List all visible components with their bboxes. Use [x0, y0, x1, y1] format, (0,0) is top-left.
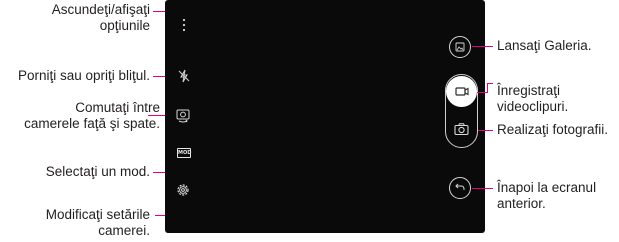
gear-icon[interactable]: [175, 182, 191, 198]
callout-take-photo: Realizaţi fotografii.: [497, 122, 608, 138]
three-dots-vertical-icon[interactable]: [181, 16, 187, 34]
back-arrow-icon: [455, 183, 465, 190]
callout-launch-gallery-line1: Lansaţi Galeria.: [497, 38, 592, 53]
gallery-button[interactable]: [449, 36, 471, 58]
mode-icon[interactable]: MOD: [177, 148, 191, 158]
callout-select-mode-line1: Selectaţi un mod.: [45, 164, 150, 179]
callout-hide-show-options-line2: opţiunile: [99, 18, 150, 33]
callout-hide-show-options: Ascundeţi/afişaţi opţiunile: [52, 2, 150, 34]
callout-hide-show-options-line1: Ascundeţi/afişaţi: [51, 2, 150, 17]
leader-record-v: [487, 83, 489, 93]
callout-back: Înapoi la ecranul anterior.: [497, 180, 596, 212]
leader-record-h2: [487, 83, 493, 85]
callout-launch-gallery: Lansaţi Galeria.: [497, 38, 592, 54]
callout-switch-cameras-line2: camerele faţă şi spate.: [24, 116, 160, 131]
callout-change-settings: Modificaţi setările camerei.: [46, 207, 150, 239]
callout-record-video: Înregistraţi videoclipuri.: [497, 83, 568, 115]
callout-flash-line1: Porniţi sau opriţi bliţul.: [17, 68, 150, 83]
callout-take-photo-line1: Realizaţi fotografii.: [497, 122, 609, 137]
callout-record-video-line1: Înregistraţi: [497, 83, 561, 98]
camera-viewfinder[interactable]: [165, 0, 485, 233]
callout-switch-cameras: Comutaţi între camerele faţă şi spate.: [24, 100, 160, 132]
record-video-button[interactable]: [446, 76, 477, 107]
leader-gallery: [472, 46, 493, 48]
back-button[interactable]: [449, 177, 471, 199]
callout-back-line1: Înapoi la ecranul: [497, 180, 597, 195]
flash-off-icon[interactable]: [176, 68, 192, 84]
take-photo-button[interactable]: [446, 114, 477, 145]
leader-back: [472, 188, 493, 190]
callout-change-settings-line2: camerei.: [98, 223, 150, 238]
video-camera-icon: [455, 87, 469, 96]
callout-record-video-line2: videoclipuri.: [497, 99, 569, 114]
switch-camera-icon[interactable]: [174, 106, 192, 124]
gallery-icon: [455, 42, 465, 52]
leader-photo: [478, 130, 493, 132]
callout-switch-cameras-line1: Comutaţi între: [75, 100, 160, 115]
camera-icon: [454, 123, 469, 136]
callout-change-settings-line1: Modificaţi setările: [45, 207, 150, 222]
callout-flash: Porniţi sau opriţi bliţul.: [18, 68, 150, 84]
mode-icon-label: MOD: [178, 150, 192, 156]
callout-back-line2: anterior.: [497, 196, 546, 211]
callout-select-mode: Selectaţi un mod.: [46, 164, 150, 180]
